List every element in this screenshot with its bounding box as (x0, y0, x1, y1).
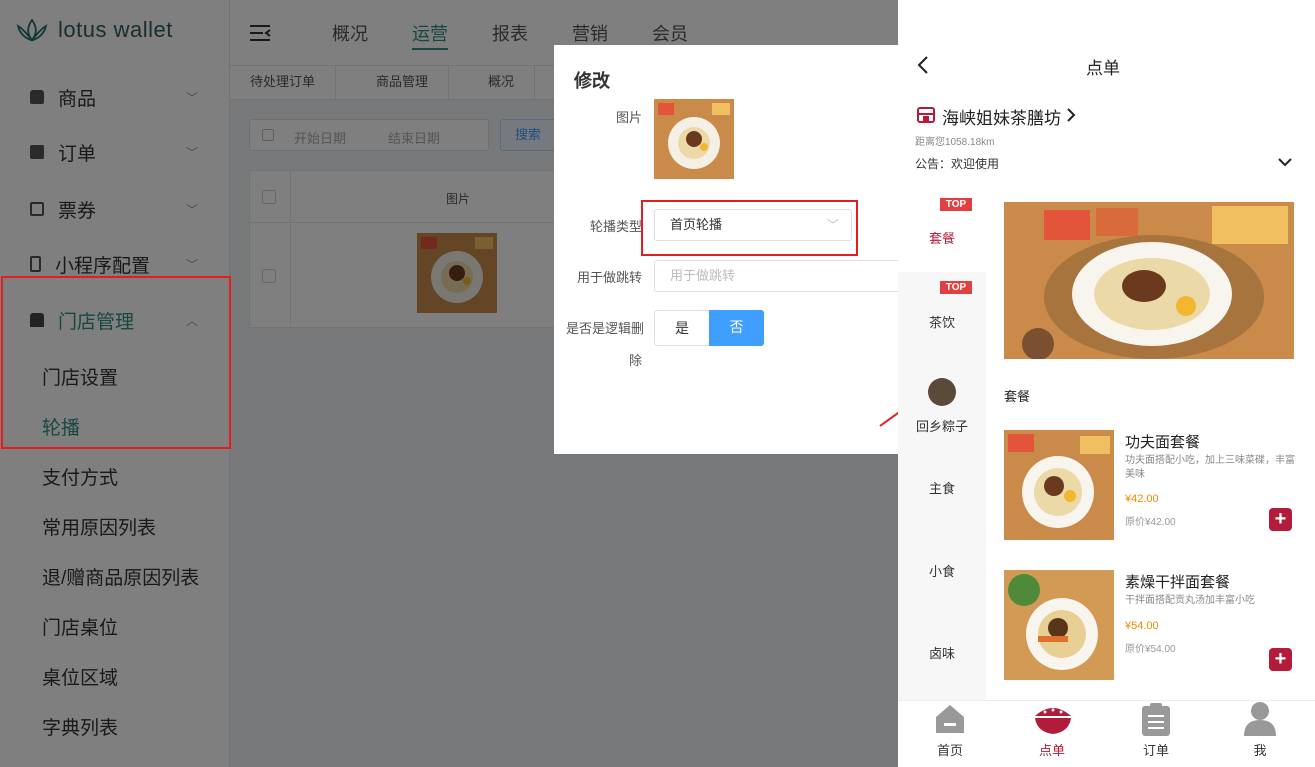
label-image: 图片 (615, 110, 642, 125)
phone-header: 点单 海峡姐妹茶膳坊 距离您1058.18km 公告：欢迎使用 (898, 0, 1315, 190)
edit-dialog: 修改 图片 轮播类型 首页轮播 ﹀ 用于做跳转 用于做跳转 是否是逻辑删 除 是… (554, 45, 904, 454)
product-original-price: 原价¥54.00 (1125, 644, 1176, 655)
carousel-image-preview[interactable] (654, 99, 734, 179)
product-price: ¥42.00 (1125, 493, 1159, 505)
label-jump: 用于做跳转 (576, 270, 642, 285)
delete-no-button[interactable]: 否 (709, 310, 764, 346)
section-title: 套餐 (1004, 389, 1031, 404)
add-to-cart-button[interactable]: + (1269, 648, 1292, 671)
category-list: TOP 套餐 TOP 茶饮 回乡粽子 主食 小食 卤味 (898, 190, 986, 700)
tab-label: 首页 (936, 743, 963, 758)
category-item[interactable]: 小食 (898, 561, 986, 580)
chevron-down-icon[interactable] (1277, 157, 1293, 169)
top-badge: TOP (940, 198, 972, 211)
label-carousel-type: 轮播类型 (589, 219, 642, 234)
tab-me[interactable]: 我 (1210, 700, 1310, 767)
category-item[interactable]: 回乡粽子 (898, 416, 986, 435)
tab-label: 点单 (1038, 743, 1065, 758)
jump-placeholder: 用于做跳转 (670, 268, 736, 283)
product-name: 功夫面套餐 (1125, 434, 1201, 451)
product-image (1004, 430, 1114, 540)
category-thumbnail (928, 378, 956, 406)
store-icon (917, 107, 935, 123)
highlight-box-select (641, 200, 858, 256)
banner-image[interactable] (1004, 202, 1294, 359)
product-card[interactable]: 素燥干拌面套餐 干拌面搭配贡丸汤加丰富小吃 ¥54.00 原价¥54.00 + (986, 568, 1315, 683)
chevron-right-icon (1067, 108, 1076, 122)
tab-orders[interactable]: 订单 (1106, 700, 1206, 767)
delete-yes-button[interactable]: 是 (654, 310, 709, 346)
mobile-preview: 点单 海峡姐妹茶膳坊 距离您1058.18km 公告：欢迎使用 TOP 套餐 T… (898, 0, 1315, 767)
product-price: ¥54.00 (1125, 620, 1159, 632)
jump-input[interactable]: 用于做跳转 (654, 260, 904, 292)
home-icon (936, 705, 964, 733)
label-logical-delete: 是否是逻辑删 (565, 321, 644, 336)
bowl-icon (1035, 708, 1071, 734)
category-item[interactable]: 茶饮 (898, 312, 986, 331)
phone-title: 点单 (1086, 59, 1120, 78)
category-item[interactable]: 卤味 (898, 643, 986, 662)
tab-home[interactable]: 首页 (900, 700, 1000, 767)
store-notice: 公告：欢迎使用 (915, 157, 1000, 171)
product-panel: 套餐 功夫面套餐 功夫面搭配小吃，加上三味菜碟，丰富美味 ¥42.00 原价¥4… (986, 190, 1315, 700)
store-name[interactable]: 海峡姐妹茶膳坊 (942, 104, 1061, 129)
add-to-cart-button[interactable]: + (1269, 508, 1292, 531)
product-desc: 干拌面搭配贡丸汤加丰富小吃 (1125, 595, 1255, 606)
category-item[interactable]: 主食 (898, 478, 986, 497)
product-desc: 功夫面搭配小吃，加上三味菜碟，丰富美味 (1125, 455, 1295, 480)
dialog-title: 修改 (574, 71, 610, 91)
tab-label: 我 (1253, 743, 1267, 758)
label-logical-delete-cont: 除 (628, 353, 642, 368)
product-image (1004, 570, 1114, 680)
product-card[interactable]: 功夫面套餐 功夫面搭配小吃，加上三味菜碟，丰富美味 ¥42.00 原价¥42.0… (986, 428, 1315, 543)
product-original-price: 原价¥42.00 (1125, 517, 1176, 528)
category-item[interactable]: 套餐 (898, 228, 986, 247)
product-name: 素燥干拌面套餐 (1125, 574, 1231, 591)
top-badge: TOP (940, 281, 972, 294)
clipboard-icon (1142, 703, 1170, 736)
tab-label: 订单 (1142, 743, 1169, 758)
user-icon (1244, 702, 1276, 736)
tab-order[interactable]: 点单 (1002, 700, 1102, 767)
highlight-box-sidebar (1, 276, 231, 449)
store-distance: 距离您1058.18km (915, 137, 995, 148)
